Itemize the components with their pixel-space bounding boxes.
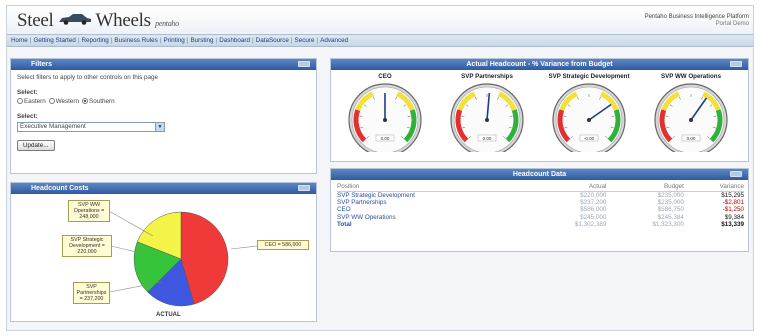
table-row: SVP Strategic Development $220,000 $235,00…: [337, 192, 744, 200]
pie-callout-ww-operations: SVP WW Operations = 248,000: [68, 200, 110, 222]
costs-pie-chart: [108, 210, 258, 307]
chevron-down-icon[interactable]: ▼: [155, 123, 164, 131]
cell-budget: $586,750: [657, 206, 684, 214]
filters-panel: Filters Select filters to apply to other…: [10, 58, 317, 174]
region-radio-western[interactable]: Western: [48, 98, 80, 105]
cell-position: CEO: [337, 206, 351, 214]
collapse-toggle-icon[interactable]: [730, 61, 742, 67]
column-header-variance: Variance: [683, 183, 744, 192]
radio-button-icon[interactable]: [82, 98, 89, 104]
cell-variance: -$2,801: [722, 199, 744, 207]
headcount-header: Actual Headcount - % Variance from Budge…: [331, 59, 748, 70]
data-header: Headcount Data: [331, 169, 748, 180]
nav-link-advanced[interactable]: Advanced: [320, 37, 348, 44]
gauge-svp-strategic-development: SVP Strategic Development -0.00: [539, 70, 639, 157]
cell-actual: $245,000: [580, 213, 607, 221]
platform-name: Pentaho Business Intelligence Platform P…: [644, 14, 749, 27]
radio-button-icon[interactable]: [48, 98, 55, 104]
cell-variance: $13,339: [721, 220, 744, 228]
column-header-budget: Budget: [606, 183, 684, 192]
radio-label: Eastern: [24, 98, 46, 105]
cell-variance: $15,295: [721, 192, 744, 199]
cell-actual: $237,200: [580, 199, 607, 207]
gauge-svp-partnerships: SVP Partnerships 0.00: [437, 70, 537, 157]
table-row: CEO $586,000 $586,750 -$1,250: [337, 206, 744, 213]
cell-variance: $9,384: [724, 213, 744, 221]
nav-link-reporting[interactable]: Reporting: [81, 37, 108, 44]
table-row: SVP WW Operations $245,000 $245,384 $9,384: [337, 214, 744, 221]
costs-pie-area: SVP WW Operations = 248,000 SVP Strategi…: [11, 194, 316, 322]
cell-actual: $586,000: [580, 206, 607, 214]
pie-callout-ceo: CEO = 586,000: [257, 240, 309, 250]
pie-callout-strategic-development: SVP Strategic Development = 220,000: [62, 235, 112, 257]
costs-header: Headcount Costs: [11, 183, 316, 194]
cell-position: Total: [337, 220, 352, 228]
gauge-svp-ww-operations: SVP WW Operations 0.00: [641, 70, 741, 157]
column-header-actual: Actual: [528, 183, 607, 192]
nav-link-business-rules[interactable]: Business Rules: [114, 37, 157, 44]
gauge-title: SVP Strategic Development: [548, 73, 630, 80]
gauges-row: CEO 0.00 SVP Partnerships 0.00 SVP Strategic…: [331, 70, 748, 162]
gauge-ceo: CEO 0.00: [335, 70, 435, 157]
gauge-dial: -0.00: [552, 83, 626, 157]
headcount-costs-panel: Headcount Costs SVP WW Operations = 248,…: [10, 182, 317, 322]
cell-position: SVP Partnerships: [337, 199, 387, 207]
cell-budget: $235,000: [657, 199, 684, 207]
car-icon: [58, 9, 92, 25]
gauge-title: SVP WW Operations: [660, 73, 722, 80]
gauge-value: -0.00: [584, 136, 595, 141]
headcount-data-panel: Headcount Data Position Actual Budget Varia…: [330, 168, 749, 252]
radio-button-icon[interactable]: [17, 98, 23, 104]
gauge-value: 0.00: [687, 136, 696, 141]
portal-header: Steel Wheels pentaho Pentaho Business Int…: [7, 6, 753, 33]
gauge-dial: 0.00: [450, 83, 524, 157]
collapse-toggle-icon[interactable]: [730, 171, 742, 177]
gauge-dial: 0.00: [348, 83, 422, 157]
radio-label: Southern: [89, 98, 115, 105]
steel-wheels-logo: Steel Wheels pentaho: [17, 9, 179, 31]
nav-link-dashboard[interactable]: Dashboard: [219, 37, 250, 44]
cell-position: SVP Strategic Development: [337, 192, 415, 199]
region-radio-southern[interactable]: Southern: [82, 98, 115, 105]
gauge-title: CEO: [378, 73, 392, 80]
gauge-value: 0.00: [381, 136, 390, 141]
cell-budget: $1,323,300: [652, 220, 684, 228]
collapse-toggle-icon[interactable]: [298, 185, 310, 191]
update-button[interactable]: Update...: [17, 140, 55, 151]
column-header-position: Position: [337, 183, 529, 192]
gauge-title: SVP Partnerships: [461, 73, 513, 80]
nav-link-bursting[interactable]: Bursting: [190, 37, 213, 44]
filters-instruction: Select filters to apply to other control…: [17, 74, 159, 81]
headcount-table: Position Actual Budget Variance SVP Strateg…: [337, 183, 744, 228]
filters-header: Filters: [11, 59, 316, 70]
radio-label: Western: [55, 98, 80, 105]
nav-link-home[interactable]: Home: [11, 37, 28, 44]
cell-budget: $235,000: [657, 192, 684, 199]
pie-caption: ACTUAL: [156, 312, 181, 318]
nav-link-getting-started[interactable]: Getting Started: [33, 37, 75, 44]
gauge-value: 0.00: [483, 136, 492, 141]
region-radio-eastern[interactable]: Eastern: [17, 98, 46, 105]
department-label: Select:: [17, 113, 38, 120]
region-label: Select:: [17, 89, 38, 96]
table-row: SVP Partnerships $237,200 $235,000 -$2,801: [337, 199, 744, 206]
cell-budget: $245,384: [657, 213, 684, 221]
collapse-toggle-icon[interactable]: [298, 61, 310, 67]
table-total-row: Total $1,302,389 $1,323,300 $13,339: [337, 221, 744, 228]
pie-callout-partnerships: SVP Partnerships = 237,200: [73, 282, 110, 304]
nav-link-secure[interactable]: Secure: [295, 37, 315, 44]
region-radio-group: Eastern Western Southern: [17, 98, 310, 105]
cell-position: SVP WW Operations: [337, 213, 396, 221]
department-select[interactable]: Executive Management ▼: [17, 122, 165, 132]
nav-link-printing[interactable]: Printing: [163, 37, 184, 44]
cell-actual: $220,000: [580, 192, 607, 199]
cell-actual: $1,302,389: [574, 220, 607, 228]
cell-variance: -$1,250: [722, 206, 744, 214]
gauge-dial: 0.00: [654, 83, 728, 157]
nav-link-datasource[interactable]: DataSource: [256, 37, 289, 44]
main-nav: Home | Getting Started | Reporting | Business …: [7, 34, 753, 47]
actual-headcount-panel: Actual Headcount - % Variance from Budge…: [330, 58, 749, 162]
